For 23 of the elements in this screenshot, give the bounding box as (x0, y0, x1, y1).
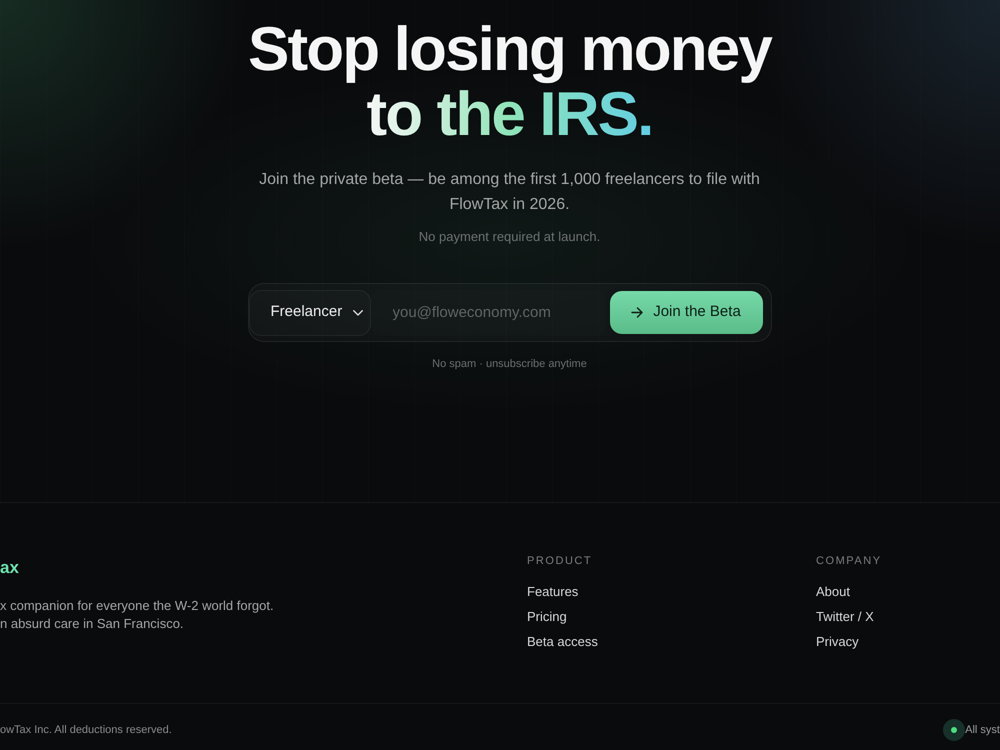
role-select[interactable]: Freelancer (248, 290, 370, 336)
arrow-right-icon (631, 307, 644, 318)
form-note: No spam · unsubscribe anytime (432, 357, 587, 371)
footer-link[interactable]: Features (527, 583, 578, 601)
status-text: All syst (965, 722, 1000, 736)
signup-form[interactable]: Freelancer you@floweconomy.com Join the Beta (248, 283, 772, 342)
headline: Stop losing money to the IRS. (248, 17, 771, 147)
column-heading: PRODUCT (527, 554, 592, 568)
subtitle: Join the private beta — be among the first 1,000 freelancers to file with FlowTax in 2026. (258, 170, 761, 215)
footer-link[interactable]: Beta access (527, 633, 598, 651)
footer-link[interactable]: Pricing (527, 608, 567, 626)
payment-note: No payment required at launch. (418, 228, 600, 246)
footer-link[interactable]: Twitter / X (816, 608, 874, 626)
copyright-text: owTax Inc. All deductions reserved. (0, 722, 172, 736)
logo-text: ax (0, 557, 19, 579)
footer-description: x companion for everyone the W-2 world forgot. (0, 597, 274, 615)
column-heading: COMPANY (816, 554, 882, 568)
footer-description: n absurd care in San Francisco. (0, 615, 184, 633)
footer-link[interactable]: About (816, 583, 850, 601)
join-beta-button[interactable]: Join the Beta (610, 291, 762, 334)
footer-link[interactable]: Privacy (816, 633, 859, 651)
chevron-down-icon (352, 310, 362, 316)
status-dot-icon (943, 718, 966, 740)
